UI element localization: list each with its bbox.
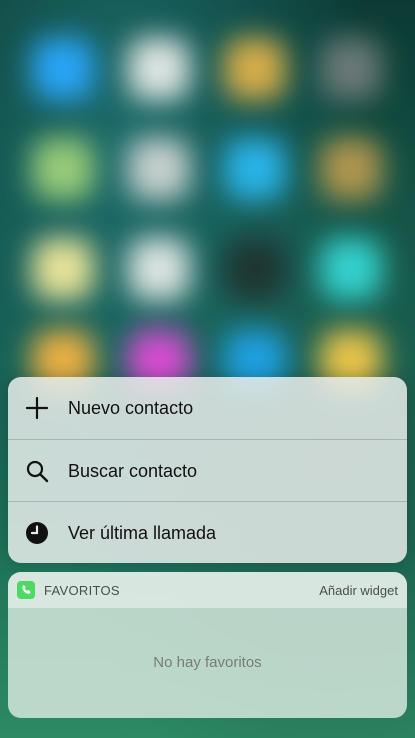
app-icon-blurred: [224, 238, 286, 300]
app-icon-blurred: [32, 138, 94, 200]
app-icon-blurred: [128, 138, 190, 200]
app-icon-blurred: [32, 238, 94, 300]
quick-action-label: Buscar contacto: [68, 460, 198, 481]
empty-favorites-message: No hay favoritos: [153, 654, 262, 671]
app-icon-blurred: [128, 38, 190, 100]
quick-action-label: Ver última llamada: [68, 522, 217, 543]
app-icon-blurred: [128, 238, 190, 300]
quick-action-last-call[interactable]: Ver última llamada: [8, 502, 407, 563]
search-icon: [25, 459, 49, 483]
phone-icon: [17, 581, 35, 599]
app-icon-blurred: [224, 138, 286, 200]
clock-icon: [25, 521, 49, 545]
app-icon-blurred: [224, 38, 286, 100]
quick-action-new-contact[interactable]: Nuevo contacto: [8, 377, 407, 439]
app-icon-blurred: [320, 138, 382, 200]
app-icon-blurred: [32, 38, 94, 100]
quick-action-label: Nuevo contacto: [68, 397, 194, 418]
favorites-widget: FAVORITOS Añadir widget No hay favoritos: [8, 572, 407, 718]
widget-header: FAVORITOS Añadir widget: [8, 572, 407, 608]
quick-action-search-contact[interactable]: Buscar contacto: [8, 440, 407, 502]
app-icon-blurred: [320, 38, 382, 100]
add-widget-button[interactable]: Añadir widget: [319, 583, 398, 598]
widget-title: FAVORITOS: [44, 583, 120, 598]
plus-icon: [25, 396, 49, 420]
app-icon-blurred: [320, 238, 382, 300]
quick-actions-menu: Nuevo contacto Buscar contacto Ver últim…: [8, 377, 407, 563]
